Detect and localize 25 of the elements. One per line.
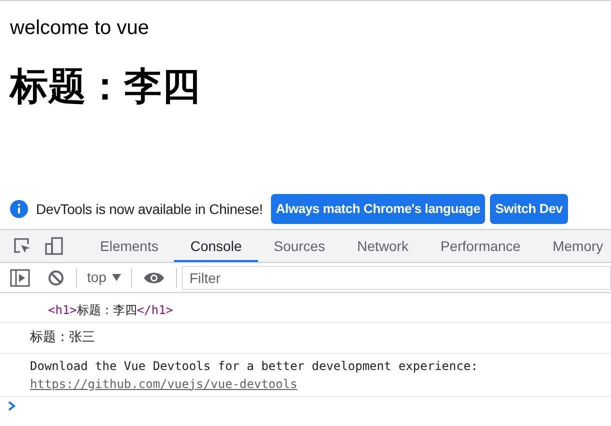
- infobar-message: DevTools is now available in Chinese!: [36, 200, 263, 218]
- eye-icon[interactable]: [144, 270, 164, 284]
- page-text: welcome to vue: [10, 16, 149, 41]
- caret-icon: [112, 274, 122, 281]
- device-toggle-icon[interactable]: [44, 236, 64, 256]
- prompt-icon[interactable]: [8, 400, 16, 410]
- page-heading: 标题：李四: [10, 63, 201, 110]
- devtools-tab[interactable]: Elements: [84, 230, 174, 262]
- context-dropdown[interactable]: top: [87, 267, 122, 288]
- log-link[interactable]: https://github.com/vuejs/vue-devtools: [30, 374, 298, 392]
- infobar-button[interactable]: Switch Dev: [490, 194, 568, 224]
- filter-field[interactable]: Filter: [182, 266, 611, 290]
- devtools-tab[interactable]: Console: [174, 230, 258, 262]
- element-log: <h1>标题：李四</h1>: [48, 302, 174, 319]
- devtools-tab[interactable]: Memory: [536, 230, 611, 262]
- log-message: Download the Vue Devtools for a better development experience:: [30, 358, 479, 374]
- devtools-tab[interactable]: Sources: [258, 230, 342, 262]
- log-message: 标题：张三: [30, 329, 96, 347]
- info-icon: [10, 200, 28, 218]
- sidebar-toggle-icon[interactable]: [10, 268, 30, 286]
- inspect-icon[interactable]: [12, 236, 32, 256]
- clear-console-icon[interactable]: [48, 270, 64, 286]
- devtools-tab[interactable]: Performance: [424, 230, 537, 262]
- devtools-tab[interactable]: Network: [341, 230, 424, 262]
- infobar-button[interactable]: Always match Chrome's language: [270, 194, 486, 224]
